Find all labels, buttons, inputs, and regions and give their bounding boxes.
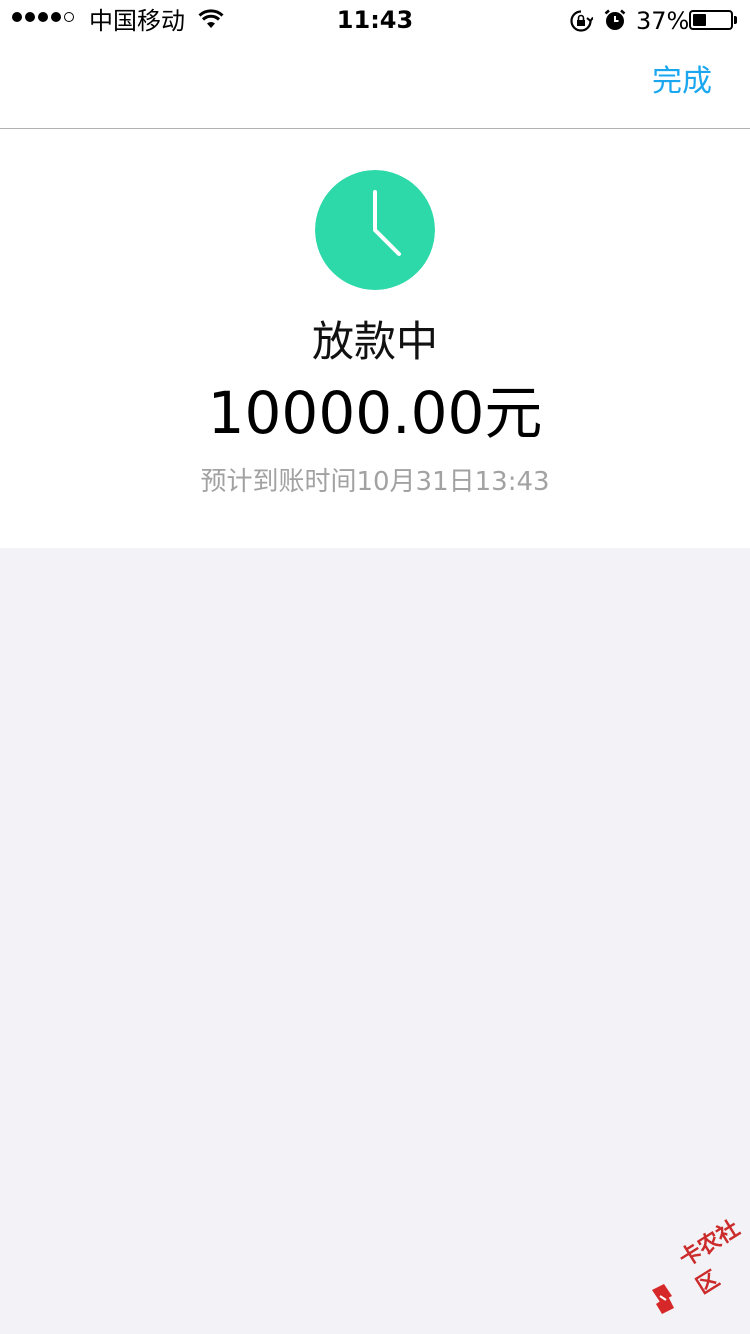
alarm-icon [604, 9, 626, 30]
expected-arrival-time: 预计到账时间10月31日13:43 [200, 467, 550, 497]
loan-status-card: 放款中 10000.00元 预计到账时间10月31日13:43 [0, 129, 750, 548]
clock-icon [315, 170, 435, 290]
status-bar: 中国移动 11:43 37% [0, 0, 750, 40]
rotation-lock-icon [570, 10, 593, 32]
loan-amount: 10000.00元 [207, 379, 543, 447]
status-title: 放款中 [311, 317, 438, 366]
navigation-bar: 完成 [0, 40, 750, 129]
battery-icon [689, 10, 733, 30]
battery-percent: 37% [636, 7, 690, 35]
done-button[interactable]: 完成 [652, 62, 712, 102]
battery-tip [734, 16, 737, 24]
